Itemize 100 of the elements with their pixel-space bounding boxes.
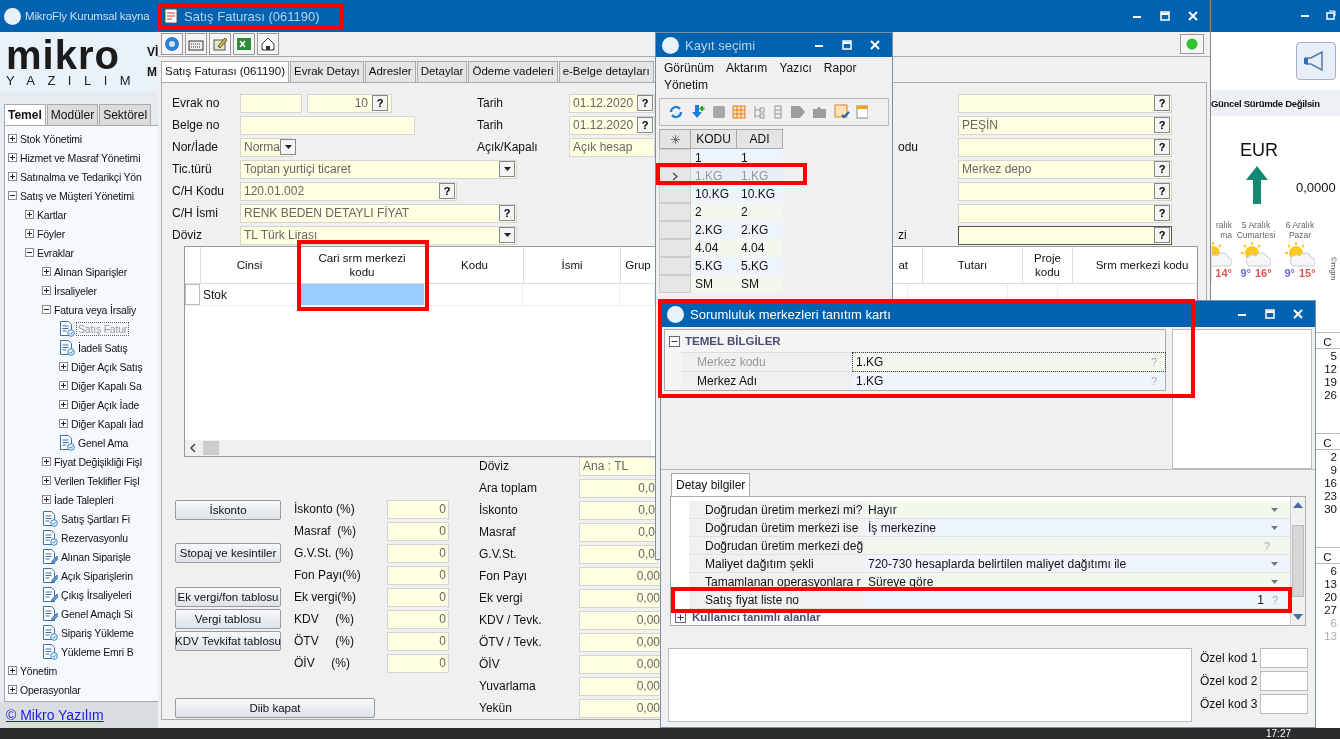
- collapse-icon[interactable]: [42, 305, 51, 314]
- input-field[interactable]: 0: [387, 499, 449, 519]
- input-field[interactable]: 0: [387, 521, 449, 541]
- lookup-button[interactable]: ?: [499, 205, 515, 221]
- column-header[interactable]: KODU: [691, 129, 737, 149]
- tree-item[interactable]: Açık Siparişlerin: [60, 569, 134, 582]
- expand-icon[interactable]: [59, 419, 68, 428]
- collapse-icon[interactable]: [669, 335, 680, 347]
- lookup-button[interactable]: ?: [637, 95, 653, 111]
- calendar-day[interactable]: 5: [1330, 350, 1340, 362]
- input-field[interactable]: [1260, 694, 1309, 714]
- menu-item[interactable]: Yazıcı: [779, 61, 812, 75]
- menu-item[interactable]: Aktarım: [726, 61, 768, 75]
- input-field[interactable]: 120.01.002 ?: [240, 181, 457, 201]
- calendar-day[interactable]: 6: [1330, 565, 1340, 577]
- expand-icon[interactable]: [42, 476, 51, 485]
- input-field[interactable]: 0: [387, 631, 449, 651]
- tree-item[interactable]: Föyler: [36, 227, 66, 240]
- expand-icon[interactable]: [42, 267, 51, 276]
- expand-icon[interactable]: [59, 400, 68, 409]
- tab[interactable]: Temel: [4, 104, 46, 125]
- expand-icon[interactable]: [42, 495, 51, 504]
- help-button[interactable]: [161, 33, 183, 55]
- restore-icon[interactable]: [1326, 10, 1336, 20]
- action-button[interactable]: İskonto: [175, 500, 281, 520]
- input-field[interactable]: [240, 115, 415, 135]
- input-field[interactable]: 01.12.2020 ?: [569, 115, 655, 135]
- lookup-button[interactable]: ?: [439, 183, 455, 199]
- tab[interactable]: Detay bilgiler: [671, 473, 751, 496]
- maximize-icon[interactable]: [1160, 11, 1170, 21]
- tab[interactable]: Ödeme vadeleri: [468, 61, 558, 82]
- collapse-icon[interactable]: [8, 191, 17, 200]
- tree-item[interactable]: Diğer Açık Satış: [70, 360, 144, 373]
- expand-icon[interactable]: [8, 172, 17, 181]
- property-field[interactable]: 720-730 hesaplarda belirtilen maliyet dağıtımı ile: [865, 555, 1290, 572]
- tree-item[interactable]: Yönetim: [19, 664, 59, 677]
- calendar-day[interactable]: 30: [1324, 503, 1340, 515]
- calendar-day[interactable]: 23: [1324, 490, 1340, 502]
- close-icon[interactable]: [1293, 309, 1303, 319]
- input-field[interactable]: [240, 93, 302, 113]
- property-field[interactable]: 1.KG ?: [853, 372, 1165, 390]
- tree-item[interactable]: Fiyat Değişikliği Fişl: [53, 455, 143, 468]
- scroll-left-icon[interactable]: [189, 443, 197, 453]
- input-field[interactable]: 0: [387, 565, 449, 585]
- tab[interactable]: Modüler: [46, 104, 99, 125]
- column-header[interactable]: at: [894, 247, 923, 283]
- input-field[interactable]: ?: [958, 203, 1172, 223]
- property-field[interactable]: Hayır: [865, 501, 1290, 518]
- tree-item[interactable]: Evraklar: [36, 246, 75, 259]
- scrollbar[interactable]: [1291, 497, 1305, 625]
- tree-item[interactable]: Stok Yönetimi: [19, 132, 83, 145]
- lookup-button[interactable]: ?: [1154, 227, 1170, 243]
- lookup-button[interactable]: ?: [637, 117, 653, 133]
- tab[interactable]: Satış Faturası (061190): [161, 61, 289, 82]
- tree-item[interactable]: Fatura veya İrsaliy: [53, 303, 137, 316]
- input-field[interactable]: 0: [387, 543, 449, 563]
- input-field[interactable]: PEŞİN ?: [958, 115, 1172, 135]
- tree-item[interactable]: İadeli Satış: [77, 341, 129, 354]
- input-field[interactable]: 01.12.2020 ?: [569, 93, 655, 113]
- table-row[interactable]: 2 2: [659, 203, 783, 221]
- expand-icon[interactable]: [8, 666, 17, 675]
- tree-item[interactable]: Diğer Kapalı Sa: [70, 379, 143, 392]
- input-field[interactable]: 0: [387, 609, 449, 629]
- tree-item[interactable]: Satış Şartları Fi: [60, 512, 131, 525]
- input-field[interactable]: [1260, 671, 1309, 691]
- tree-item[interactable]: Alınan Siparişle: [60, 550, 132, 563]
- lookup-button[interactable]: ?: [1154, 205, 1170, 221]
- calendar-day[interactable]: 20: [1324, 591, 1340, 603]
- note-field[interactable]: [668, 648, 1192, 722]
- input-field[interactable]: 0: [387, 653, 449, 673]
- tree-item[interactable]: Diğer Açık İade: [70, 398, 141, 411]
- calendar-day[interactable]: 19: [1324, 376, 1340, 388]
- column-header[interactable]: Proje kodu: [1023, 247, 1073, 283]
- expand-icon[interactable]: [8, 685, 17, 694]
- collapse-icon[interactable]: [25, 248, 34, 257]
- table-row[interactable]: 5.KG 5.KG: [659, 257, 783, 275]
- house-button[interactable]: [257, 33, 279, 55]
- scroll-up-icon[interactable]: [1293, 501, 1303, 508]
- tree-item[interactable]: Operasyonlar: [19, 683, 82, 696]
- tab[interactable]: Adresler: [364, 61, 416, 82]
- action-button[interactable]: Stopaj ve kesintiler: [175, 543, 281, 563]
- expand-icon[interactable]: [42, 457, 51, 466]
- table-row[interactable]: 4.04 4.04: [659, 239, 783, 257]
- menu-item[interactable]: Yönetim: [664, 78, 709, 92]
- table-row[interactable]: 2.KG 2.KG: [659, 221, 783, 239]
- lookup-button[interactable]: ?: [1154, 95, 1170, 111]
- lookup-button[interactable]: ?: [1154, 183, 1170, 199]
- megaphone-button[interactable]: [1296, 42, 1336, 80]
- menu-item[interactable]: Rapor: [823, 61, 857, 75]
- input-field[interactable]: ?: [958, 225, 1172, 245]
- dropdown-icon[interactable]: [1271, 507, 1278, 512]
- input-field[interactable]: 0: [387, 587, 449, 607]
- input-field[interactable]: Açık hesap: [569, 137, 655, 157]
- column-header[interactable]: Tutarı: [923, 247, 1023, 283]
- input-field[interactable]: 10 ?: [307, 93, 392, 113]
- action-button[interactable]: Vergi tablosu: [175, 609, 281, 629]
- input-field[interactable]: Merkez depo ?: [958, 159, 1172, 179]
- lookup-button[interactable]: ?: [1154, 161, 1170, 177]
- dropdown-field[interactable]: TL Türk Lirası: [240, 225, 517, 245]
- property-field[interactable]: 1 ?: [865, 591, 1290, 608]
